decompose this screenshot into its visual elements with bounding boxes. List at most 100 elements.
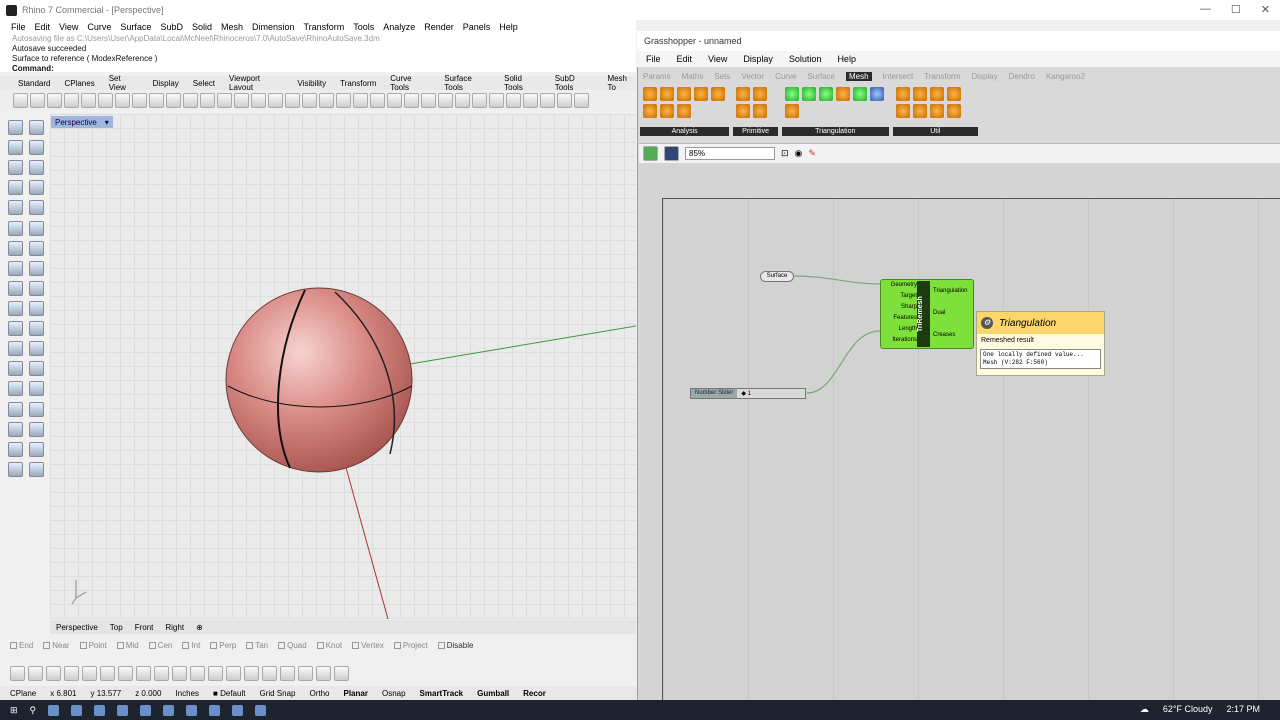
- mesh-analysis-icon[interactable]: [643, 87, 657, 101]
- menu-mesh[interactable]: Mesh: [221, 22, 243, 32]
- menu-view[interactable]: View: [59, 22, 78, 32]
- render-icon[interactable]: [455, 92, 470, 108]
- options-icon[interactable]: [540, 92, 555, 108]
- input-features[interactable]: Features: [883, 315, 917, 321]
- gh-tab-sets[interactable]: Sets: [714, 72, 730, 81]
- mesh-quad-icon[interactable]: [736, 104, 751, 118]
- delaunay-icon[interactable]: [801, 87, 816, 101]
- tab-top[interactable]: Top: [110, 623, 123, 632]
- status-osnap[interactable]: Osnap: [382, 689, 406, 698]
- facet-dome-icon[interactable]: [818, 87, 833, 101]
- taskbar-app-icon[interactable]: [209, 704, 221, 716]
- osnap-cen[interactable]: Cen: [148, 641, 172, 650]
- mesh-inclusion-icon[interactable]: [643, 104, 657, 118]
- gh-tab-transform[interactable]: Transform: [924, 72, 960, 81]
- gh-tab-curve[interactable]: Curve: [775, 72, 796, 81]
- texture-icon[interactable]: [190, 665, 205, 681]
- pan-icon[interactable]: [166, 92, 181, 108]
- zoom-icon[interactable]: [200, 92, 215, 108]
- mesh-sphere-icon[interactable]: [753, 104, 768, 118]
- output-creases[interactable]: Creases: [933, 332, 955, 338]
- osnap-perp[interactable]: Perp: [210, 641, 236, 650]
- properties-icon[interactable]: [387, 92, 402, 108]
- rectangle-tool-icon[interactable]: [8, 200, 23, 216]
- add-viewport-icon[interactable]: ⊕: [196, 623, 203, 632]
- osnap-vertex[interactable]: Vertex: [352, 641, 384, 650]
- select-icon[interactable]: [319, 92, 334, 108]
- gh-open-icon[interactable]: [643, 146, 658, 161]
- globe-icon[interactable]: [557, 92, 572, 108]
- paste-icon[interactable]: [132, 92, 147, 108]
- mesh-split-icon[interactable]: [912, 87, 927, 101]
- tab-select[interactable]: Select: [193, 79, 215, 88]
- gh-tab-params[interactable]: Params: [643, 72, 671, 81]
- render-sphere-icon[interactable]: [438, 92, 453, 108]
- zoom-extents-icon[interactable]: [234, 92, 249, 108]
- convex-hull-icon[interactable]: [784, 87, 799, 101]
- gh-tab-dendro[interactable]: Dendro: [1009, 72, 1035, 81]
- color-wheel-icon[interactable]: [353, 92, 368, 108]
- search-icon[interactable]: ⚲: [30, 705, 37, 716]
- osnap-project[interactable]: Project: [393, 641, 428, 650]
- quadtree-icon[interactable]: [784, 104, 799, 118]
- voronoi-icon[interactable]: [852, 87, 867, 101]
- transform-icon[interactable]: [28, 665, 43, 681]
- gh-menu-help[interactable]: Help: [837, 54, 856, 64]
- layer-icon[interactable]: [118, 665, 133, 681]
- status-grid-snap[interactable]: Grid Snap: [259, 689, 295, 698]
- taskbar-app-icon[interactable]: [255, 704, 267, 716]
- lights-icon[interactable]: [370, 92, 385, 108]
- output-dual[interactable]: Dual: [933, 310, 945, 316]
- gumball-move-icon[interactable]: [10, 665, 25, 681]
- gh-tab-maths[interactable]: Maths: [682, 72, 704, 81]
- gh-tab-surface[interactable]: Surface: [807, 72, 835, 81]
- menu-render[interactable]: Render: [424, 22, 454, 32]
- status-record[interactable]: Recor: [523, 689, 546, 698]
- select-tool-icon[interactable]: [8, 120, 23, 135]
- array-tool-icon[interactable]: [29, 401, 44, 417]
- gh-menu-display[interactable]: Display: [743, 54, 773, 64]
- tab-front[interactable]: Front: [135, 623, 154, 632]
- block-icon[interactable]: [208, 665, 223, 681]
- tab-display[interactable]: Display: [153, 79, 179, 88]
- rotate-view-icon[interactable]: [183, 92, 198, 108]
- zoom-extents-icon[interactable]: ⊡: [781, 148, 789, 159]
- filter-icon[interactable]: [506, 92, 521, 108]
- taskbar-app-icon[interactable]: [186, 704, 198, 716]
- viewport-title[interactable]: Perspective ▾: [51, 116, 113, 128]
- sphere-object[interactable]: [225, 287, 413, 473]
- cplane-icon[interactable]: [302, 92, 317, 108]
- check-tool-icon[interactable]: [8, 461, 23, 477]
- output-triangulation[interactable]: Triangulation: [933, 288, 967, 294]
- arc-tool-icon[interactable]: [8, 180, 23, 196]
- status-smarttrack[interactable]: SmartTrack: [420, 689, 464, 698]
- gh-tab-intersect[interactable]: Intersect: [883, 72, 914, 81]
- print-icon[interactable]: [64, 92, 79, 108]
- face-circles-icon[interactable]: [677, 104, 691, 118]
- tray-time[interactable]: 2:17 PM: [1226, 704, 1260, 715]
- minimize-icon[interactable]: —: [1200, 3, 1211, 16]
- mesh-triangulate-icon[interactable]: [929, 104, 944, 118]
- open-icon[interactable]: [30, 92, 45, 108]
- tab-right[interactable]: Right: [165, 623, 184, 632]
- flow-icon[interactable]: [154, 665, 169, 681]
- tab-visibility[interactable]: Visibility: [297, 79, 326, 88]
- menu-file[interactable]: File: [11, 22, 26, 32]
- taskbar-app-icon[interactable]: [232, 704, 244, 716]
- status-units[interactable]: Inches: [175, 689, 199, 698]
- boolean-tool-icon[interactable]: [29, 280, 44, 296]
- explode-tool-icon[interactable]: [29, 341, 44, 357]
- gh-save-icon[interactable]: [664, 146, 679, 161]
- menu-tools[interactable]: Tools: [353, 22, 374, 32]
- settings-icon[interactable]: [298, 665, 313, 681]
- mesh-join-icon[interactable]: [895, 87, 910, 101]
- sketch-pen-icon[interactable]: ✎: [808, 148, 816, 159]
- status-ortho[interactable]: Ortho: [309, 689, 329, 698]
- box-tool-icon[interactable]: [29, 240, 44, 256]
- mesh-deconstruct-icon[interactable]: [711, 87, 725, 101]
- status-cplane[interactable]: CPlane: [10, 689, 36, 698]
- subd-tool-icon[interactable]: [29, 300, 44, 316]
- rotate-icon[interactable]: [136, 665, 151, 681]
- mesh-flip-icon[interactable]: [895, 104, 910, 118]
- zoom-selected-icon[interactable]: [251, 92, 266, 108]
